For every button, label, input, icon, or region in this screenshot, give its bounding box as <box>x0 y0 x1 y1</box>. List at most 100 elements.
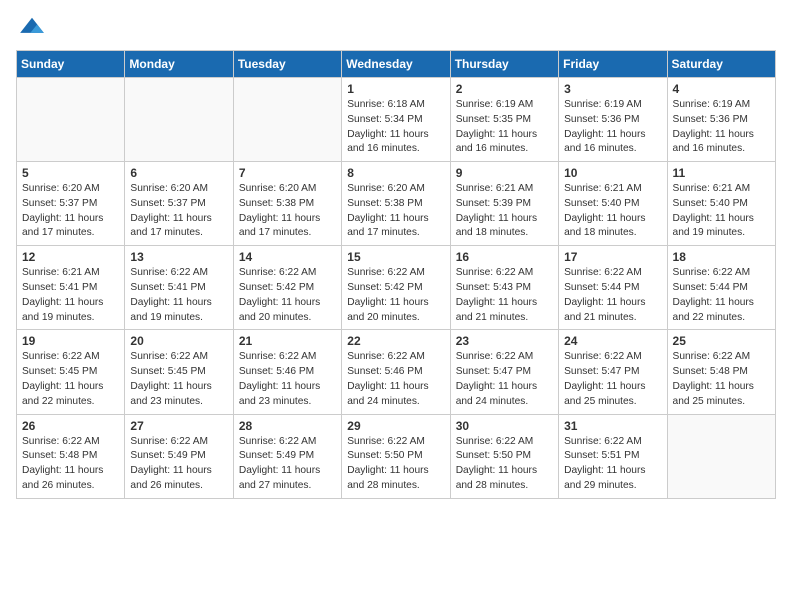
day-info: Sunrise: 6:20 AMSunset: 5:37 PMDaylight:… <box>130 182 227 241</box>
day-info: Sunrise: 6:22 AM Sunset: 5:41 PM Daylight:… <box>130 266 227 325</box>
day-info: Sunrise: 6:22 AMSunset: 5:46 PMDaylight:… <box>239 350 336 409</box>
sunset-text: Sunset: 5:42 PM <box>347 282 422 293</box>
day-info: Sunrise: 6:22 AMSunset: 5:50 PMDaylight:… <box>347 435 444 494</box>
day-info: Sunrise: 6:22 AMSunset: 5:47 PMDaylight:… <box>456 350 553 409</box>
daylight-text: Daylight: 11 hours and 24 minutes. <box>347 381 428 407</box>
day-number: 3 <box>564 82 661 96</box>
sunrise-text: Sunrise: 6:22 AM <box>564 436 642 447</box>
sunrise-text: Sunrise: 6:22 AM <box>456 351 534 362</box>
day-number: 6 <box>130 166 227 180</box>
sunset-text: Sunset: 5:40 PM <box>673 198 748 209</box>
calendar-day-cell: 1Sunrise: 6:18 AMSunset: 5:34 PMDaylight… <box>342 78 450 162</box>
day-number: 19 <box>22 334 119 348</box>
day-number: 27 <box>130 419 227 433</box>
calendar-day-cell: 8 Sunrise: 6:20 AMSunset: 5:38 PMDaylight… <box>342 162 450 246</box>
daylight-text: Daylight: 11 hours and 17 minutes. <box>130 213 211 239</box>
day-info: Sunrise: 6:22 AMSunset: 5:49 PMDaylight:… <box>239 435 336 494</box>
sunrise-text: Sunrise: 6:22 AM <box>22 436 100 447</box>
sunrise-text: Sunrise: 6:22 AM <box>130 436 208 447</box>
daylight-text: Daylight: 11 hours and 19 minutes. <box>22 297 103 323</box>
sunset-text: Sunset: 5:51 PM <box>564 450 639 461</box>
day-number: 31 <box>564 419 661 433</box>
calendar-day-header: Sunday <box>17 51 125 78</box>
sunset-text: Sunset: 5:48 PM <box>673 366 748 377</box>
sunrise-text: Sunrise: 6:20 AM <box>239 183 317 194</box>
calendar-day-header: Tuesday <box>233 51 341 78</box>
calendar-day-cell: 27Sunrise: 6:22 AMSunset: 5:49 PMDayligh… <box>125 414 233 498</box>
day-number: 21 <box>239 334 336 348</box>
daylight-text: Daylight: 11 hours and 24 minutes. <box>456 381 537 407</box>
daylight-text: Daylight: 11 hours and 17 minutes. <box>22 213 103 239</box>
day-info: Sunrise: 6:19 AMSunset: 5:36 PMDaylight:… <box>673 98 770 157</box>
day-number: 8 <box>347 166 444 180</box>
day-info: Sunrise: 6:18 AMSunset: 5:34 PMDaylight:… <box>347 98 444 157</box>
calendar-body: 1Sunrise: 6:18 AMSunset: 5:34 PMDaylight… <box>17 78 776 499</box>
sunrise-text: Sunrise: 6:22 AM <box>130 267 208 278</box>
sunset-text: Sunset: 5:46 PM <box>239 366 314 377</box>
daylight-text: Daylight: 11 hours and 28 minutes. <box>456 465 537 491</box>
day-number: 16 <box>456 250 553 264</box>
calendar-week-row: 12Sunrise: 6:21 AMSunset: 5:41 PMDayligh… <box>17 246 776 330</box>
calendar-day-cell: 10Sunrise: 6:21 AMSunset: 5:40 PMDayligh… <box>559 162 667 246</box>
day-number: 20 <box>130 334 227 348</box>
sunset-text: Sunset: 5:37 PM <box>130 198 205 209</box>
sunset-text: Sunset: 5:49 PM <box>130 450 205 461</box>
day-info: Sunrise: 6:21 AM Sunset: 5:40 PM Daylight:… <box>673 182 770 241</box>
sunrise-text: Sunrise: 6:21 AM <box>673 183 751 194</box>
sunrise-text: Sunrise: 6:22 AM <box>239 436 317 447</box>
calendar-day-cell: 14Sunrise: 6:22 AMSunset: 5:42 PMDayligh… <box>233 246 341 330</box>
sunset-text: Sunset: 5:39 PM <box>456 198 531 209</box>
calendar-day-cell: 23Sunrise: 6:22 AMSunset: 5:47 PMDayligh… <box>450 330 558 414</box>
sunset-text: Sunset: 5:34 PM <box>347 114 422 125</box>
calendar-day-cell: 3Sunrise: 6:19 AMSunset: 5:36 PMDaylight… <box>559 78 667 162</box>
sunset-text: Sunset: 5:47 PM <box>564 366 639 377</box>
day-info: Sunrise: 6:22 AMSunset: 5:42 PMDaylight:… <box>239 266 336 325</box>
day-number: 30 <box>456 419 553 433</box>
daylight-text: Daylight: 11 hours and 28 minutes. <box>347 465 428 491</box>
sunset-text: Sunset: 5:41 PM <box>22 282 97 293</box>
calendar-day-header: Saturday <box>667 51 775 78</box>
sunrise-text: Sunrise: 6:19 AM <box>456 99 534 110</box>
page-header <box>16 16 776 38</box>
calendar-day-cell <box>17 78 125 162</box>
calendar-day-cell: 30 Sunrise: 6:22 AMSunset: 5:50 PMDayligh… <box>450 414 558 498</box>
calendar-week-row: 5Sunrise: 6:20 AMSunset: 5:37 PMDaylight… <box>17 162 776 246</box>
day-number: 5 <box>22 166 119 180</box>
daylight-text: Daylight: 11 hours and 20 minutes. <box>239 297 320 323</box>
calendar-day-cell: 18Sunrise: 6:22 AMSunset: 5:44 PMDayligh… <box>667 246 775 330</box>
sunset-text: Sunset: 5:38 PM <box>347 198 422 209</box>
day-info: Sunrise: 6:22 AMSunset: 5:45 PMDaylight:… <box>22 350 119 409</box>
daylight-text: Daylight: 11 hours and 17 minutes. <box>239 213 320 239</box>
day-number: 28 <box>239 419 336 433</box>
day-info: Sunrise: 6:20 AMSunset: 5:38 PMDaylight:… <box>347 182 444 241</box>
calendar-day-header: Wednesday <box>342 51 450 78</box>
sunrise-text: Sunrise: 6:22 AM <box>239 267 317 278</box>
calendar-day-cell <box>233 78 341 162</box>
logo <box>16 16 46 38</box>
sunrise-text: Sunrise: 6:19 AM <box>673 99 751 110</box>
sunset-text: Sunset: 5:35 PM <box>456 114 531 125</box>
day-info: Sunrise: 6:22 AMSunset: 5:50 PMDaylight:… <box>456 435 553 494</box>
sunset-text: Sunset: 5:36 PM <box>673 114 748 125</box>
sunrise-text: Sunrise: 6:22 AM <box>673 267 751 278</box>
daylight-text: Daylight: 11 hours and 19 minutes. <box>130 297 211 323</box>
day-info: Sunrise: 6:22 AMSunset: 5:44 PMDaylight:… <box>673 266 770 325</box>
day-number: 13 <box>130 250 227 264</box>
daylight-text: Daylight: 11 hours and 25 minutes. <box>564 381 645 407</box>
day-info: Sunrise: 6:22 AMSunset: 5:48 PMDaylight:… <box>22 435 119 494</box>
sunset-text: Sunset: 5:49 PM <box>239 450 314 461</box>
day-info: Sunrise: 6:22 AMSunset: 5:49 PMDaylight:… <box>130 435 227 494</box>
daylight-text: Daylight: 11 hours and 19 minutes. <box>673 213 754 239</box>
calendar-week-row: 1Sunrise: 6:18 AMSunset: 5:34 PMDaylight… <box>17 78 776 162</box>
daylight-text: Daylight: 11 hours and 17 minutes. <box>347 213 428 239</box>
calendar-day-cell: 11Sunrise: 6:21 AMSunset: 5:40 PMDayligh… <box>667 162 775 246</box>
calendar-header-row: SundayMondayTuesdayWednesdayThursdayFrid… <box>17 51 776 78</box>
calendar-day-cell: 12Sunrise: 6:21 AMSunset: 5:41 PMDayligh… <box>17 246 125 330</box>
calendar-day-cell: 9Sunrise: 6:21 AMSunset: 5:39 PMDaylight… <box>450 162 558 246</box>
sunset-text: Sunset: 5:41 PM <box>130 282 205 293</box>
day-info: Sunrise: 6:22 AMSunset: 5:51 PMDaylight:… <box>564 435 661 494</box>
daylight-text: Daylight: 11 hours and 25 minutes. <box>673 381 754 407</box>
day-info: Sunrise: 6:22 AMSunset: 5:44 PMDaylight:… <box>564 266 661 325</box>
calendar-day-cell: 6 Sunrise: 6:20 AMSunset: 5:37 PMDaylight… <box>125 162 233 246</box>
sunrise-text: Sunrise: 6:22 AM <box>347 267 425 278</box>
